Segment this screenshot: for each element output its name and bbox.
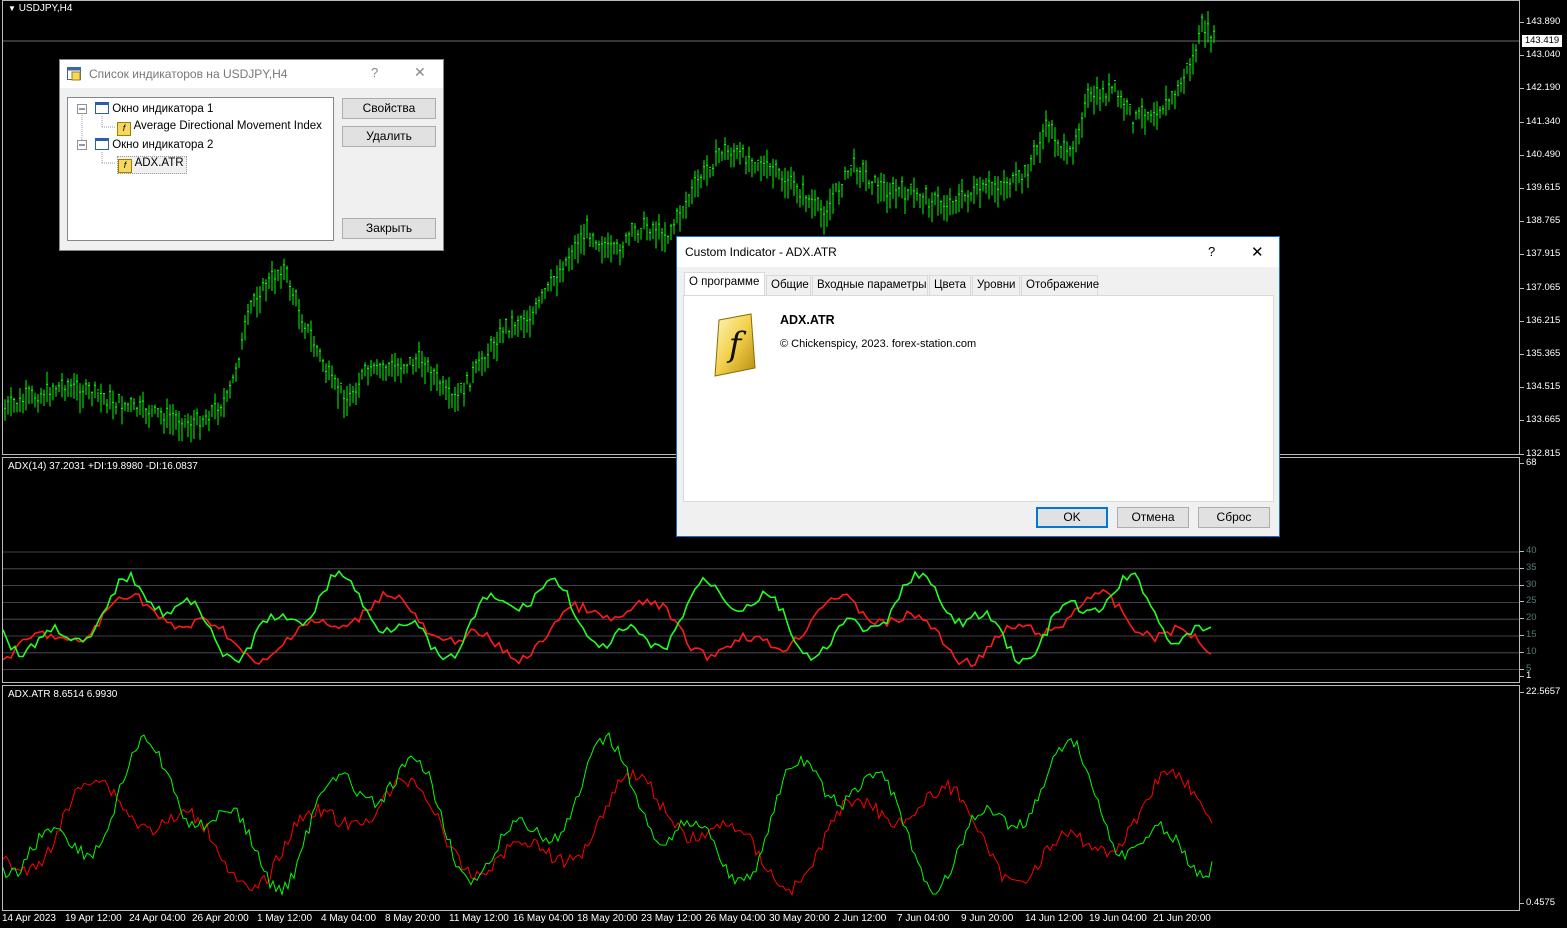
price-tick-label: 141.340	[1519, 115, 1561, 127]
tree-item-label: ADX.ATR	[134, 157, 184, 169]
price-tick-label: 133.665	[1519, 414, 1561, 426]
adx-level-label: 20	[1520, 612, 1537, 624]
time-tick-label: 23 May 12:00	[641, 913, 702, 924]
time-tick-label: 19 Jun 04:00	[1089, 913, 1147, 924]
copyright-text: © Chickenspicy, 2023. forex-station.com	[780, 338, 977, 350]
symbol-label[interactable]: ▼ USDJPY,H4	[8, 3, 72, 14]
adx-level-label: 15	[1520, 629, 1537, 640]
adx-plus-di-line	[3, 569, 1212, 665]
time-tick-label: 4 May 04:00	[321, 913, 377, 924]
adx-level-label: 30	[1520, 578, 1537, 590]
dialog-title: Список индикаторов на USDJPY,H4	[89, 67, 288, 81]
tree-item-label: Окно индикатора 1	[112, 103, 214, 115]
price-tick-label: 137.065	[1519, 281, 1561, 293]
price-tick-label: 137.915	[1519, 248, 1561, 260]
time-tick-label: 1 May 12:00	[257, 913, 313, 924]
adx-level-label: 10	[1520, 645, 1537, 657]
reset-button[interactable]: Сброс	[1198, 507, 1270, 528]
dialog-titlebar[interactable]: Custom Indicator - ADX.ATR ? ✕	[677, 237, 1279, 267]
time-tick-label: 8 May 20:00	[385, 913, 441, 924]
about-tab-panel: f ADX.ATR © Chickenspicy, 2023. forex-st…	[683, 295, 1274, 502]
tab-item[interactable]: Уровни	[972, 275, 1020, 295]
indicator-tree[interactable]: Окно индикатора 1 f Average Directional …	[67, 97, 334, 241]
close-icon[interactable]: ✕	[414, 64, 426, 81]
time-tick-label: 9 Jun 20:00	[961, 913, 1014, 924]
close-button[interactable]: Закрыть	[342, 218, 436, 239]
tab-item[interactable]: Входные параметры	[812, 275, 928, 295]
window-icon	[95, 138, 109, 150]
time-tick-label: 7 Jun 04:00	[897, 913, 950, 924]
time-tick-label: 16 May 04:00	[513, 913, 574, 924]
close-icon[interactable]: ✕	[1251, 243, 1264, 261]
time-tick-label: 18 May 20:00	[577, 913, 638, 924]
price-tick-label: 136.215	[1519, 314, 1561, 326]
indicator-list-dialog[interactable]: Список индикаторов на USDJPY,H4 ? ✕ Окно…	[59, 59, 444, 251]
time-tick-label: 21 Jun 20:00	[1153, 913, 1211, 924]
tree-item-window-2[interactable]: Окно индикатора 2	[95, 138, 213, 151]
tree-item-label: Average Directional Movement Index	[133, 120, 322, 132]
atr-label: ADX.ATR 8.6514 6.9930	[8, 689, 118, 700]
atr-down-line	[3, 768, 1213, 897]
adx-level-lines	[3, 551, 1519, 671]
indicator-name: ADX.ATR	[780, 313, 835, 327]
time-tick-label: 26 Apr 20:00	[192, 913, 249, 924]
time-tick-label: 2 Jun 12:00	[834, 913, 887, 924]
time-tick-label: 30 May 20:00	[769, 913, 830, 924]
price-tick-label: 134.515	[1519, 381, 1561, 393]
tab-item[interactable]: О программе	[684, 272, 765, 295]
time-tick-label: 26 May 04:00	[705, 913, 766, 924]
price-tick-label: 135.365	[1519, 348, 1561, 359]
price-tick-label: 140.490	[1519, 148, 1561, 160]
atr-axis-bottom: 0.4575	[1519, 897, 1556, 908]
adx-level-label: 25	[1520, 595, 1537, 607]
time-tick-label: 24 Apr 04:00	[129, 913, 186, 924]
atr-axis: 22.5657 0.4575	[1519, 685, 1567, 911]
tree-item-label: Окно индикатора 2	[112, 139, 214, 151]
function-icon: f	[117, 122, 131, 136]
adx-axis-top: 68	[1520, 457, 1537, 468]
cancel-button[interactable]: Отмена	[1117, 507, 1189, 528]
price-axis[interactable]: 143.890 143.040 142.190 141.340 140.490 139.6…	[1519, 0, 1567, 459]
time-tick-label: 11 May 12:00	[449, 913, 509, 924]
atr-chart	[3, 731, 1213, 897]
price-tick-label: 139.615	[1519, 182, 1561, 193]
adx-label: ADX(14) 37.2031 +DI:19.8980 -DI:16.0837	[8, 461, 198, 472]
dropdown-triangle-icon[interactable]: ▼	[8, 4, 16, 13]
custom-function-icon: f	[118, 159, 132, 173]
tree-item-window-1[interactable]: Окно индикатора 1	[95, 102, 213, 115]
ok-button[interactable]: OK	[1036, 507, 1108, 528]
price-tick-label: 142.190	[1519, 82, 1561, 94]
properties-button[interactable]: Свойства	[342, 98, 436, 119]
adx-axis-bottom: 1	[1519, 670, 1532, 681]
dialog-title: Custom Indicator - ADX.ATR	[685, 245, 837, 259]
price-tick-label: 143.890	[1519, 16, 1561, 27]
tab-item[interactable]: Отображение	[1021, 275, 1099, 295]
adx-axis: 68 40 35 30 25 20 15 10 5 1	[1519, 457, 1567, 683]
time-tick-label: 19 Apr 12:00	[65, 913, 122, 924]
atr-pane[interactable]: ADX.ATR 8.6514 6.9930	[2, 685, 1520, 911]
adx-level-label: 40	[1520, 545, 1537, 556]
adx-level-label: 35	[1520, 561, 1537, 573]
current-price-tag: 143.419	[1522, 35, 1562, 47]
dialog-titlebar[interactable]: Список индикаторов на USDJPY,H4 ? ✕	[60, 60, 443, 88]
tree-item-adx-atr[interactable]: f ADX.ATR	[117, 156, 187, 174]
tab-item[interactable]: Цвета	[929, 275, 971, 295]
time-tick-label: 14 Jun 12:00	[1025, 913, 1083, 924]
price-tick-label: 138.765	[1519, 215, 1561, 227]
delete-button[interactable]: Удалить	[342, 126, 436, 147]
symbol-text: USDJPY,H4	[18, 3, 73, 14]
indicators-list-icon	[67, 67, 81, 81]
indicator-logo-icon: f	[714, 313, 756, 377]
price-tick-label: 143.040	[1519, 49, 1561, 61]
window-icon	[95, 102, 109, 114]
atr-up-line	[3, 731, 1213, 897]
tab-item[interactable]: Общие	[766, 275, 811, 295]
help-button[interactable]: ?	[371, 65, 378, 80]
atr-axis-top: 22.5657	[1519, 686, 1561, 697]
help-button[interactable]: ?	[1208, 244, 1215, 259]
time-tick-label: 14 Apr 2023	[2, 913, 56, 924]
tree-item-adx[interactable]: f Average Directional Movement Index	[117, 120, 322, 136]
